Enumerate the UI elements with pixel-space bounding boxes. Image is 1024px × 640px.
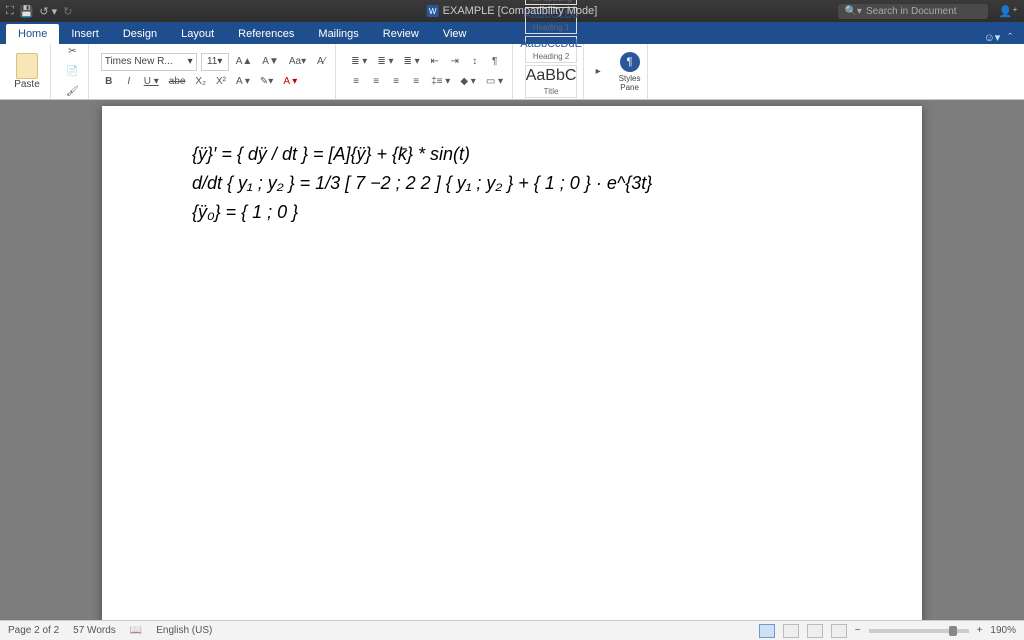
- justify-button[interactable]: ≡: [408, 73, 424, 91]
- copy-icon[interactable]: 📄: [63, 64, 82, 80]
- multilevel-button[interactable]: ≣ ▾: [401, 53, 423, 71]
- tab-layout[interactable]: Layout: [169, 24, 226, 44]
- web-layout-view[interactable]: [783, 624, 799, 638]
- document-area[interactable]: {ÿ}′ = { dÿ / dt } = [A]{ÿ} + {k̄} * sin…: [0, 100, 1024, 620]
- bullets-button[interactable]: ≣ ▾: [348, 53, 370, 71]
- zoom-out-button[interactable]: −: [855, 625, 861, 636]
- clipboard-group: Paste: [4, 44, 51, 99]
- spellcheck-icon[interactable]: 📖: [130, 625, 142, 636]
- clipboard-small: ✂ 📄 🖌: [57, 44, 89, 99]
- underline-button[interactable]: U ▾: [141, 73, 162, 91]
- tab-review[interactable]: Review: [371, 24, 431, 44]
- equation-2[interactable]: d/dt { y₁ ; y₂ } = 1/3 [ 7 −2 ; 2 2 ] { …: [192, 173, 832, 194]
- font-color-button[interactable]: A ▾: [280, 73, 300, 91]
- style-heading-2[interactable]: AaBbCcDdEHeading 2: [525, 36, 577, 63]
- font-size-select[interactable]: 11 ▾: [201, 53, 229, 71]
- text-effects-button[interactable]: A ▾: [233, 73, 253, 91]
- zoom-in-button[interactable]: +: [977, 625, 983, 636]
- change-case-button[interactable]: Aa▾: [286, 53, 309, 71]
- language-indicator[interactable]: English (US): [156, 625, 212, 636]
- share-icon[interactable]: 👤⁺: [998, 5, 1018, 18]
- word-icon: W: [427, 5, 439, 17]
- align-right-button[interactable]: ≡: [388, 73, 404, 91]
- status-bar: Page 2 of 2 57 Words 📖 English (US) − + …: [0, 620, 1024, 640]
- grow-font-button[interactable]: A▲: [233, 53, 256, 71]
- dec-indent-button[interactable]: ⇤: [427, 53, 443, 71]
- tab-references[interactable]: References: [226, 24, 306, 44]
- save-icon[interactable]: 💾: [20, 5, 34, 18]
- undo-icon[interactable]: ↺ ▾: [39, 5, 57, 18]
- show-marks-button[interactable]: ¶: [487, 53, 503, 71]
- fullscreen-icon[interactable]: ⛶: [6, 5, 14, 18]
- highlight-button[interactable]: ✎▾: [257, 73, 276, 91]
- tab-design[interactable]: Design: [111, 24, 169, 44]
- align-center-button[interactable]: ≡: [368, 73, 384, 91]
- draft-view[interactable]: [831, 624, 847, 638]
- word-count[interactable]: 57 Words: [73, 625, 116, 636]
- italic-button[interactable]: I: [121, 73, 137, 91]
- inc-indent-button[interactable]: ⇥: [447, 53, 463, 71]
- styles-pane-button[interactable]: ¶ Styles Pane: [612, 44, 648, 99]
- borders-button[interactable]: ▭ ▾: [483, 73, 506, 91]
- quick-access-toolbar: ⛶ 💾 ↺ ▾ ↻: [6, 5, 72, 18]
- styles-group: AaBbCcDdEeNormalAaBbCcDdEeNo SpacingAaBb…: [519, 44, 584, 99]
- clear-format-button[interactable]: A⁄: [313, 53, 329, 71]
- subscript-button[interactable]: X₂: [192, 73, 209, 91]
- styles-pane-icon: ¶: [620, 52, 640, 72]
- tab-insert[interactable]: Insert: [59, 24, 111, 44]
- sort-button[interactable]: ↕: [467, 53, 483, 71]
- tab-view[interactable]: View: [431, 24, 479, 44]
- page[interactable]: {ÿ}′ = { dÿ / dt } = [A]{ÿ} + {k̄} * sin…: [102, 106, 922, 620]
- paste-button[interactable]: Paste: [10, 53, 44, 90]
- cut-icon[interactable]: ✂: [63, 44, 82, 60]
- window-title: W EXAMPLE [Compatibility Mode]: [427, 5, 598, 17]
- tab-mailings[interactable]: Mailings: [306, 24, 370, 44]
- ribbon-tabs: Home Insert Design Layout References Mai…: [0, 22, 1024, 44]
- feedback-icon[interactable]: ☺▾: [984, 31, 1001, 44]
- numbering-button[interactable]: ≣ ▾: [374, 53, 396, 71]
- paste-icon: [16, 53, 38, 79]
- equation-3[interactable]: {ÿ₀} = { 1 ; 0 }: [192, 202, 832, 223]
- titlebar: ⛶ 💾 ↺ ▾ ↻ W EXAMPLE [Compatibility Mode]…: [0, 0, 1024, 22]
- font-name-select[interactable]: Times New R...▾: [101, 53, 197, 71]
- page-indicator[interactable]: Page 2 of 2: [8, 625, 59, 636]
- styles-more-button[interactable]: ▸: [590, 63, 606, 81]
- tab-home[interactable]: Home: [6, 24, 59, 44]
- font-group: Times New R...▾ 11 ▾ A▲ A▼ Aa▾ A⁄ B I U …: [95, 44, 336, 99]
- zoom-slider[interactable]: [869, 629, 969, 633]
- redo-icon[interactable]: ↻: [63, 5, 72, 18]
- strike-button[interactable]: abe: [166, 73, 189, 91]
- outline-view[interactable]: [807, 624, 823, 638]
- print-layout-view[interactable]: [759, 624, 775, 638]
- shrink-font-button[interactable]: A▼: [259, 53, 282, 71]
- align-left-button[interactable]: ≡: [348, 73, 364, 91]
- style-title[interactable]: AaBbCTitle: [525, 65, 577, 98]
- search-icon: 🔍▾: [844, 6, 861, 17]
- line-spacing-button[interactable]: ‡≡ ▾: [428, 73, 453, 91]
- ribbon: Paste ✂ 📄 🖌 Times New R...▾ 11 ▾ A▲ A▼ A…: [0, 44, 1024, 100]
- shading-button[interactable]: ◆ ▾: [457, 73, 479, 91]
- paragraph-group: ≣ ▾ ≣ ▾ ≣ ▾ ⇤ ⇥ ↕ ¶ ≡ ≡ ≡ ≡ ‡≡ ▾ ◆ ▾ ▭ ▾: [342, 44, 513, 99]
- format-painter-icon[interactable]: 🖌: [63, 83, 82, 99]
- bold-button[interactable]: B: [101, 73, 117, 91]
- superscript-button[interactable]: X²: [213, 73, 229, 91]
- search-input[interactable]: 🔍▾ Search in Document: [838, 4, 988, 19]
- collapse-ribbon-icon[interactable]: ˆ: [1008, 32, 1012, 44]
- zoom-level[interactable]: 190%: [990, 625, 1016, 636]
- equation-1[interactable]: {ÿ}′ = { dÿ / dt } = [A]{ÿ} + {k̄} * sin…: [192, 144, 832, 165]
